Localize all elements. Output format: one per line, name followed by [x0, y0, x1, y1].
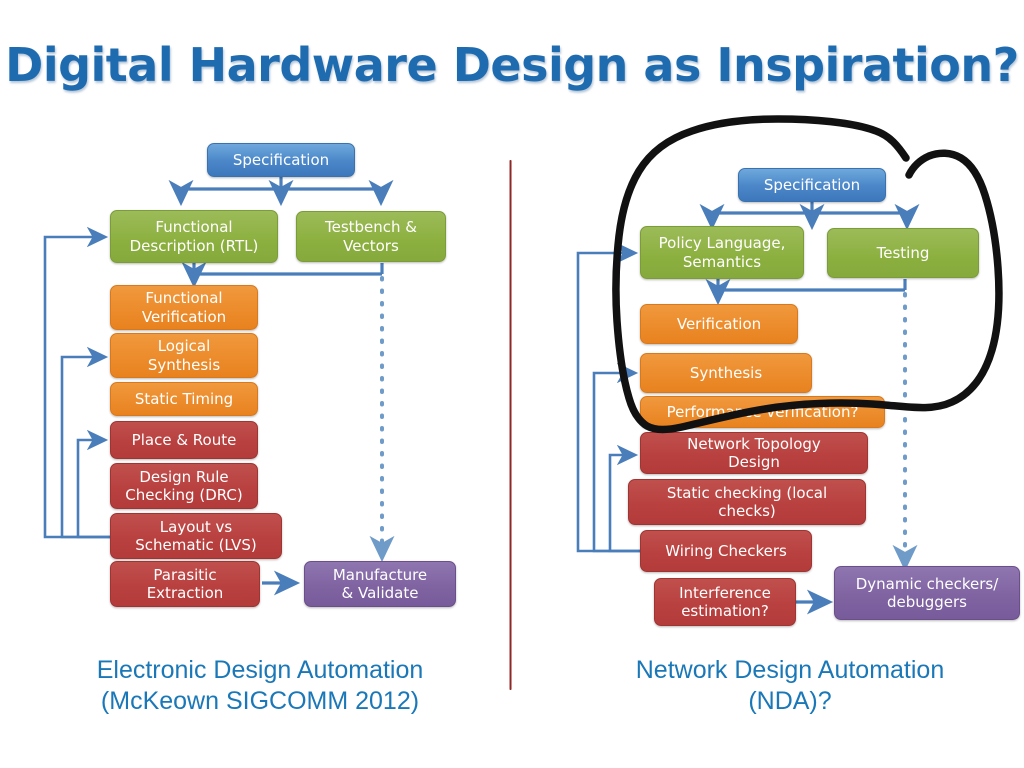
right-caption: Network Design Automation (NDA)?: [590, 655, 990, 718]
left-box-rtl[interactable]: Functional Description (RTL): [110, 210, 278, 263]
left-box-drc-label: Design Rule Checking (DRC): [125, 467, 243, 504]
left-box-place-route[interactable]: Place & Route: [110, 421, 258, 459]
right-box-policy-label: Policy Language, Semantics: [658, 234, 786, 271]
left-box-testbench-label: Testbench & Vectors: [324, 218, 417, 255]
left-box-place-route-label: Place & Route: [131, 430, 237, 449]
right-box-topology[interactable]: Network Topology Design: [640, 432, 868, 474]
right-box-synthesis-label: Synthesis: [689, 363, 763, 382]
left-caption: Electronic Design Automation (McKeown SI…: [60, 655, 460, 718]
left-box-static-timing[interactable]: Static Timing: [110, 382, 258, 416]
right-box-dynamic[interactable]: Dynamic checkers/ debuggers: [834, 566, 1020, 620]
left-box-parasitic[interactable]: Parasitic Extraction: [110, 561, 260, 607]
right-box-static-check-label: Static checking (local checks): [666, 483, 828, 520]
right-box-dynamic-label: Dynamic checkers/ debuggers: [855, 574, 999, 611]
left-box-parasitic-label: Parasitic Extraction: [146, 565, 224, 602]
right-box-verification-label: Verification: [676, 314, 762, 333]
left-box-manufacture[interactable]: Manufacture & Validate: [304, 561, 456, 607]
right-box-policy[interactable]: Policy Language, Semantics: [640, 226, 804, 279]
right-box-spec-label: Specification: [763, 175, 861, 194]
left-box-manufacture-label: Manufacture & Validate: [332, 565, 428, 602]
right-caption-line2: (NDA)?: [748, 687, 832, 716]
right-box-testing[interactable]: Testing: [827, 228, 979, 278]
right-box-synthesis[interactable]: Synthesis: [640, 353, 812, 393]
left-box-static-timing-label: Static Timing: [134, 389, 234, 408]
right-box-perf-verification-label: Performance verification?: [666, 402, 859, 421]
right-box-testing-label: Testing: [876, 243, 930, 262]
left-box-drc[interactable]: Design Rule Checking (DRC): [110, 463, 258, 509]
right-box-interference[interactable]: Interference estimation?: [654, 578, 796, 626]
left-box-spec[interactable]: Specification: [207, 143, 355, 177]
right-box-static-check[interactable]: Static checking (local checks): [628, 479, 866, 525]
left-box-testbench[interactable]: Testbench & Vectors: [296, 211, 446, 262]
left-box-lvs[interactable]: Layout vs Schematic (LVS): [110, 513, 282, 559]
right-box-wiring-label: Wiring Checkers: [665, 541, 787, 560]
slide-canvas: Digital Hardware Design as Inspiration?: [0, 0, 1024, 768]
right-box-verification[interactable]: Verification: [640, 304, 798, 344]
vertical-divider: [509, 160, 512, 690]
left-box-logical-synthesis[interactable]: Logical Synthesis: [110, 333, 258, 378]
left-caption-line1: Electronic Design Automation: [96, 656, 424, 684]
right-box-spec[interactable]: Specification: [738, 168, 886, 202]
left-box-lvs-label: Layout vs Schematic (LVS): [135, 517, 257, 554]
left-box-func-verification[interactable]: Functional Verification: [110, 285, 258, 330]
right-box-perf-verification[interactable]: Performance verification?: [640, 396, 885, 428]
right-caption-line1: Network Design Automation: [635, 656, 945, 684]
right-box-topology-label: Network Topology Design: [687, 434, 821, 471]
right-box-wiring[interactable]: Wiring Checkers: [640, 530, 812, 572]
left-box-func-verification-label: Functional Verification: [141, 289, 227, 326]
left-box-rtl-label: Functional Description (RTL): [129, 218, 259, 255]
left-box-spec-label: Specification: [232, 150, 330, 169]
left-box-logical-synthesis-label: Logical Synthesis: [147, 337, 221, 374]
left-caption-line2: (McKeown SIGCOMM 2012): [100, 687, 420, 716]
right-box-interference-label: Interference estimation?: [679, 583, 771, 620]
